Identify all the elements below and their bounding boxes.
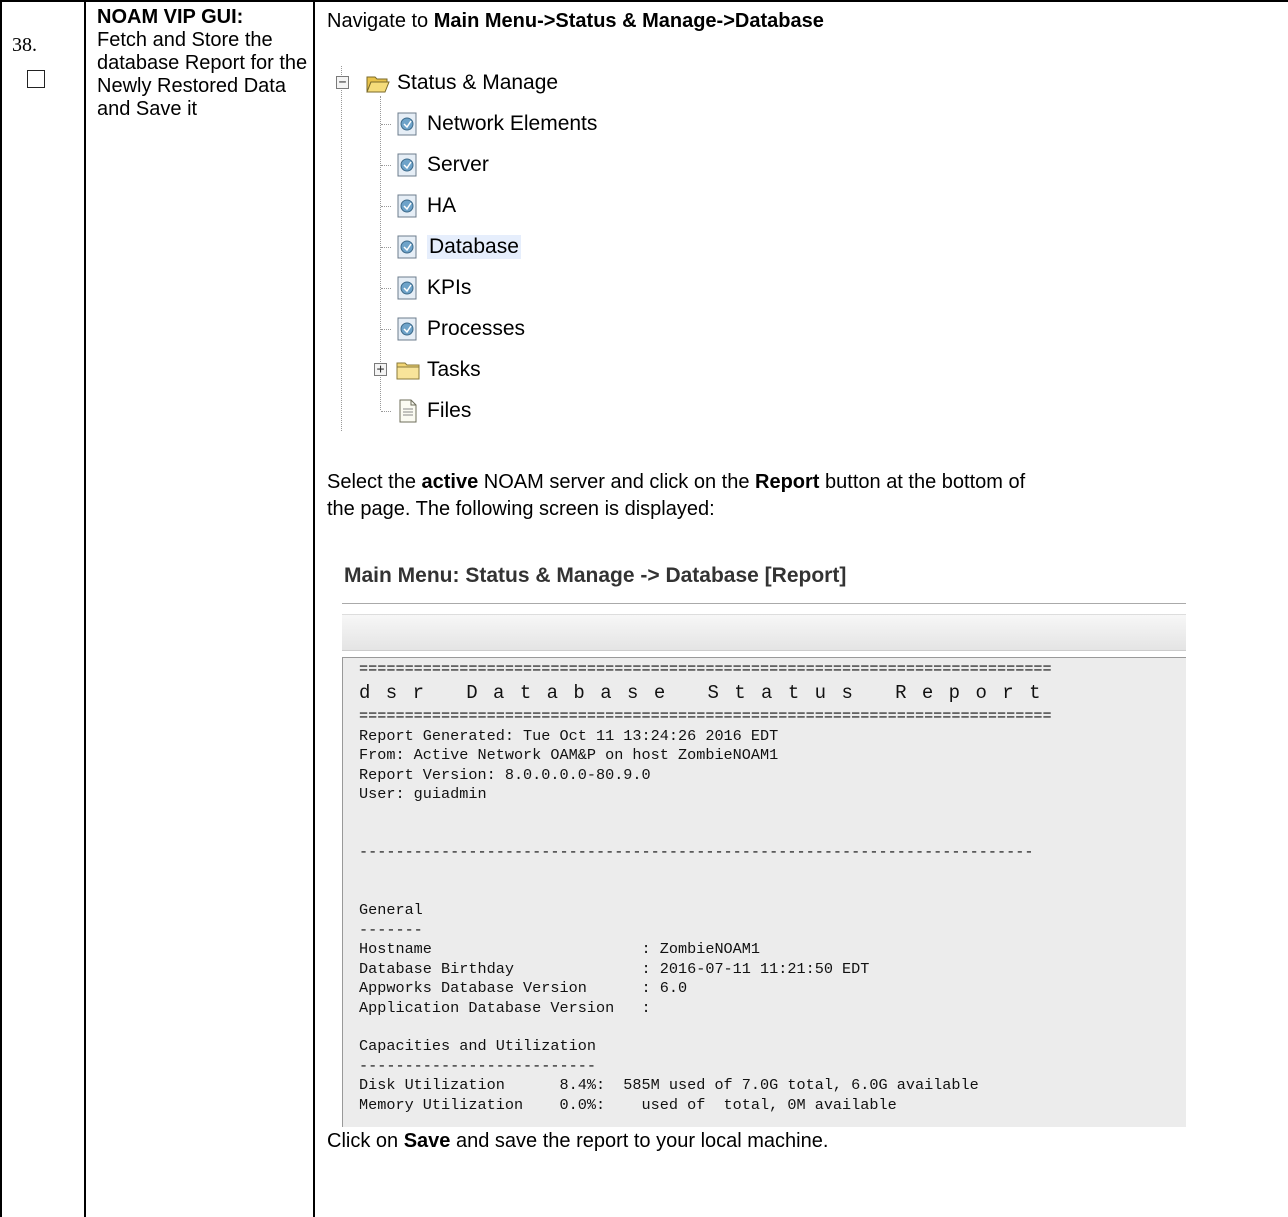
tree-item-label: Server bbox=[427, 153, 489, 176]
collapse-icon[interactable]: − bbox=[336, 76, 349, 89]
report-disk-utilization: Disk Utilization 8.4%: 585M used of 7.0G… bbox=[359, 1076, 979, 1095]
save-button-ref: Save bbox=[403, 1130, 451, 1152]
tree-item-label: HA bbox=[427, 194, 457, 217]
tree-item-kpis[interactable]: KPIs bbox=[395, 273, 471, 303]
tree-connector bbox=[381, 206, 391, 207]
save-instruction: Click on Save and save the report to you… bbox=[327, 1128, 829, 1155]
select-suffix: button at the bottom of bbox=[819, 471, 1026, 493]
status-page-icon bbox=[395, 275, 421, 301]
report-underline: ------- bbox=[359, 920, 423, 939]
status-page-icon bbox=[395, 234, 421, 260]
report-app-db-version: Application Database Version : bbox=[359, 998, 651, 1017]
tree-item-database[interactable]: Database bbox=[395, 232, 521, 262]
report-dash-line: ----------------------------------------… bbox=[359, 843, 1034, 862]
tree-guide bbox=[341, 66, 342, 431]
tree-connector bbox=[381, 247, 391, 248]
report-section-capacities: Capacities and Utilization bbox=[359, 1037, 596, 1056]
report-birthday: Database Birthday : 2016-07-11 11:21:50 … bbox=[359, 959, 870, 978]
tree-item-server[interactable]: Server bbox=[395, 150, 489, 180]
select-instruction-line2: the page. The following screen is displa… bbox=[327, 498, 715, 520]
status-page-icon bbox=[395, 316, 421, 342]
select-instruction: Select the active NOAM server and click … bbox=[327, 469, 1025, 496]
tree-item-label: Tasks bbox=[427, 358, 481, 381]
status-page-icon bbox=[395, 152, 421, 178]
report-separator: ========================================… bbox=[359, 660, 1052, 678]
report-version: Report Version: 8.0.0.0.0-80.9.0 bbox=[359, 765, 651, 784]
tree-connector bbox=[381, 288, 391, 289]
tree-item-files[interactable]: Files bbox=[395, 396, 471, 426]
tree-item-network-elements[interactable]: Network Elements bbox=[395, 109, 597, 139]
nav-prefix: Navigate to bbox=[327, 10, 434, 32]
tree-item-processes[interactable]: Processes bbox=[395, 314, 525, 344]
document-icon bbox=[395, 398, 421, 424]
tree-item-ha[interactable]: HA bbox=[395, 191, 456, 221]
report-toolbar bbox=[342, 614, 1186, 651]
tree-connector bbox=[381, 329, 391, 330]
step-title-bold: NOAM VIP GUI: bbox=[97, 6, 244, 28]
report-heading: d s r D a t a b a s e S t a t u s R e p … bbox=[359, 682, 1043, 705]
expand-icon[interactable]: + bbox=[374, 363, 387, 376]
report-memory-utilization: Memory Utilization 0.0%: used of total, … bbox=[359, 1095, 897, 1114]
tree-item-tasks[interactable]: Tasks bbox=[395, 355, 481, 385]
tree-item-label: Network Elements bbox=[427, 112, 598, 135]
report-text: ========================================… bbox=[359, 660, 1052, 1115]
status-page-icon bbox=[395, 193, 421, 219]
table-left-border bbox=[0, 0, 2, 1217]
report-section-general: General bbox=[359, 901, 423, 920]
tree-item-label: KPIs bbox=[427, 276, 472, 299]
step-title-text: Fetch and Store the database Report for … bbox=[97, 29, 308, 120]
select-mid: NOAM server and click on the bbox=[478, 471, 756, 493]
divider bbox=[342, 603, 1186, 604]
table-top-border bbox=[0, 0, 1288, 2]
save-prefix: Click on bbox=[327, 1130, 404, 1152]
save-suffix: and save the report to your local machin… bbox=[450, 1130, 829, 1152]
step-number: 38. bbox=[12, 34, 37, 56]
report-hostname: Hostname : ZombieNOAM1 bbox=[359, 940, 761, 959]
page-title: Main Menu: Status & Manage -> Database [… bbox=[344, 564, 847, 587]
report-appworks-version: Appworks Database Version : 6.0 bbox=[359, 979, 688, 998]
tree-item-label-selected: Database bbox=[427, 235, 521, 259]
tree-connector bbox=[381, 411, 391, 412]
table-col-divider-1 bbox=[84, 0, 86, 1217]
tree-item-label: Processes bbox=[427, 317, 526, 340]
report-panel[interactable]: ========================================… bbox=[342, 657, 1186, 1127]
report-button-ref: Report bbox=[755, 471, 820, 493]
nav-path: Main Menu->Status & Manage->Database bbox=[433, 10, 824, 32]
open-folder-icon bbox=[365, 70, 391, 96]
report-user: User: guiadmin bbox=[359, 785, 487, 804]
step-checkbox[interactable] bbox=[27, 70, 45, 88]
tree-connector bbox=[381, 165, 391, 166]
tree-item-label: Files bbox=[427, 399, 472, 422]
report-separator: ========================================… bbox=[359, 707, 1052, 726]
table-col-divider-2 bbox=[313, 0, 315, 1217]
status-page-icon bbox=[395, 111, 421, 137]
tree-connector bbox=[381, 124, 391, 125]
folder-icon bbox=[395, 357, 421, 383]
report-generated: Report Generated: Tue Oct 11 13:24:26 20… bbox=[359, 726, 779, 745]
tree-root-status-manage[interactable]: Status & Manage bbox=[365, 68, 558, 98]
report-from: From: Active Network OAM&P on host Zombi… bbox=[359, 746, 779, 765]
select-prefix: Select the bbox=[327, 471, 422, 493]
nav-tree: − Status & Manage Network Elements Serve… bbox=[336, 66, 740, 436]
report-underline: -------------------------- bbox=[359, 1056, 596, 1075]
tree-root-label: Status & Manage bbox=[397, 71, 559, 94]
step-title: NOAM VIP GUI: Fetch and Store the databa… bbox=[97, 6, 312, 121]
select-bold: active bbox=[421, 471, 479, 493]
nav-instruction: Navigate to Main Menu->Status & Manage->… bbox=[327, 8, 824, 35]
